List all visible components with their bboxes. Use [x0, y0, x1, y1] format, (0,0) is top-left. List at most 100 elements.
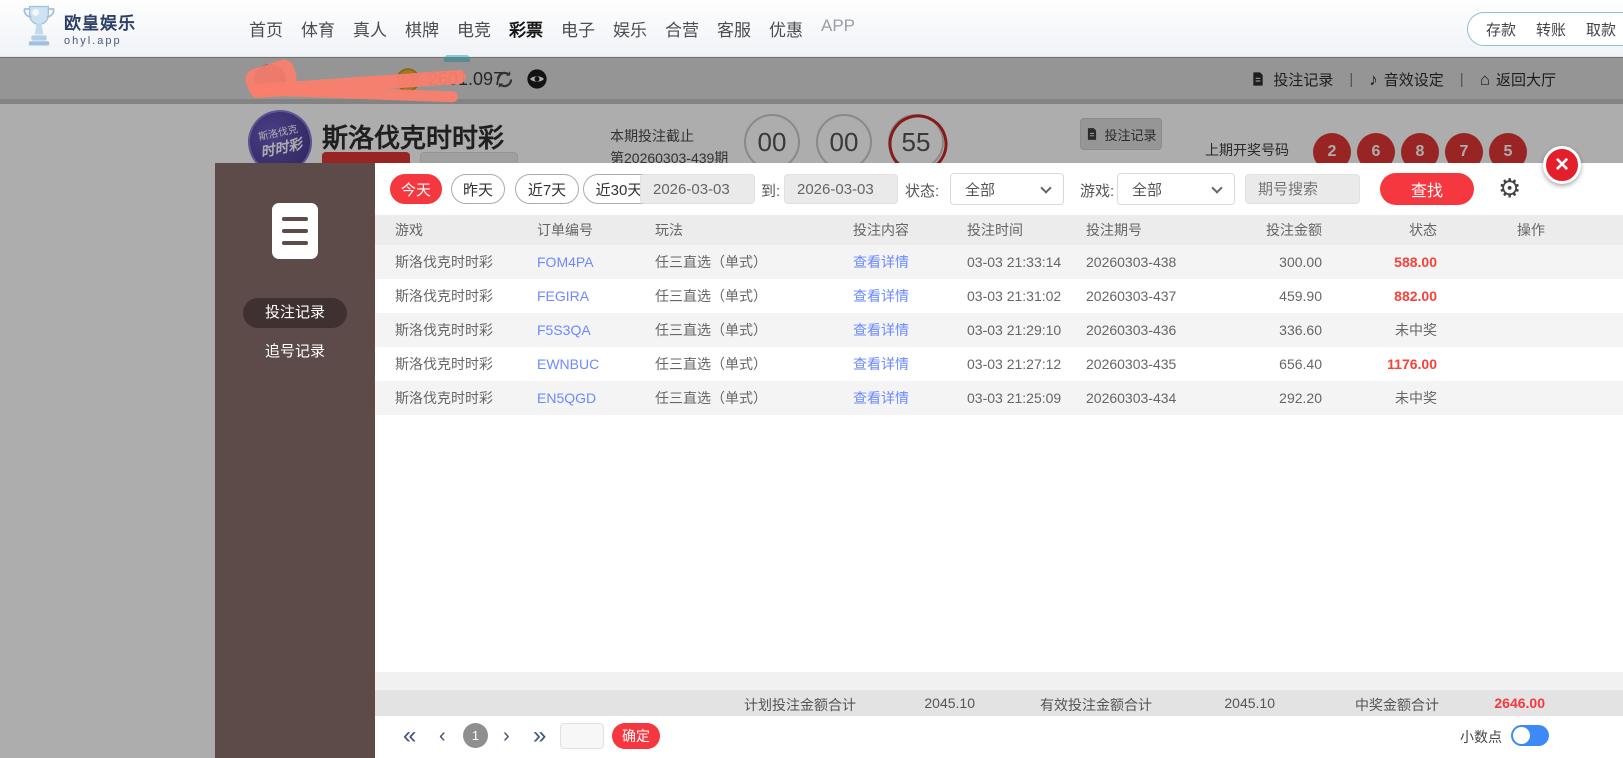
trophy-icon: [22, 3, 56, 54]
gear-icon[interactable]: ⚙: [1498, 172, 1521, 204]
nav-item-棋牌[interactable]: 棋牌: [396, 16, 448, 41]
wallet-action-取款[interactable]: 取款: [1586, 19, 1616, 40]
planned-total-value: 2045.10: [924, 695, 975, 711]
range-button-昨天[interactable]: 昨天: [451, 174, 505, 204]
bet-records-modal: 今天昨天近7天近30天 到: 状态: 全部 游戏: 全部 查找 ⚙ 游戏 订单编号…: [375, 163, 1623, 758]
cell-view-details-link[interactable]: 查看详情: [853, 286, 967, 306]
planned-total-label: 计划投注金额合计: [744, 697, 856, 713]
cell-view-details-link[interactable]: 查看详情: [853, 354, 967, 374]
cell-status: 未中奖: [1395, 322, 1437, 338]
range-button-近7天[interactable]: 近7天: [515, 174, 579, 204]
chevron-down-icon: [1040, 182, 1052, 194]
cell-amount: 656.40: [1279, 356, 1322, 372]
cell-game: 斯洛伐克时时彩: [395, 356, 493, 372]
cell-amount: 336.60: [1279, 322, 1322, 338]
table-row: 斯洛伐克时时彩 EWNBUC 任三直选（单式） 查看详情 03-03 21:27:12 2…: [375, 347, 1623, 381]
nav-item-电竞[interactable]: 电竞: [448, 16, 500, 41]
table-row: 斯洛伐克时时彩 F5S3QA 任三直选（单式） 查看详情 03-03 21:29:10 2…: [375, 313, 1623, 347]
cell-game: 斯洛伐克时时彩: [395, 322, 493, 338]
search-button[interactable]: 查找: [1380, 173, 1474, 205]
table-row: 斯洛伐克时时彩 FEGIRA 任三直选（单式） 查看详情 03-03 21:31:02 2…: [375, 279, 1623, 313]
nav-item-优惠[interactable]: 优惠: [760, 16, 812, 41]
cell-game: 斯洛伐克时时彩: [395, 288, 493, 304]
sidebar-item-投注记录[interactable]: 投注记录: [243, 298, 347, 328]
to-label: 到:: [761, 183, 781, 200]
nav-item-娱乐[interactable]: 娱乐: [604, 16, 656, 41]
cell-status: 未中奖: [1395, 390, 1437, 406]
column-header-操作: 操作: [1517, 222, 1545, 238]
period-search-input[interactable]: [1245, 174, 1360, 204]
cell-order-id-link[interactable]: FOM4PA: [537, 254, 655, 270]
close-icon[interactable]: ×: [1543, 146, 1581, 184]
table-row: 斯洛伐克时时彩 FOM4PA 任三直选（单式） 查看详情 03-03 21:33:14 2…: [375, 245, 1623, 279]
decimal-toggle[interactable]: [1511, 725, 1549, 746]
first-page-button[interactable]: «: [403, 721, 416, 751]
logo-title: 欧皇娱乐: [64, 14, 136, 33]
game-select[interactable]: 全部: [1117, 173, 1235, 205]
chevron-down-icon: [1211, 182, 1223, 194]
summary-bar: 计划投注金额合计 2045.10 有效投注金额合计 2045.10 中奖金额合计…: [375, 690, 1623, 716]
range-button-今天[interactable]: 今天: [390, 174, 442, 204]
cell-period: 20260303-436: [1086, 322, 1177, 338]
wallet-pill: 存款 转账 取款: [1467, 12, 1623, 46]
cell-order-id-link[interactable]: EN5QGD: [537, 390, 655, 406]
modal-sidebar: 投注记录 追号记录: [215, 163, 375, 758]
cell-play: 任三直选（单式）: [655, 356, 767, 372]
cell-play: 任三直选（单式）: [655, 254, 767, 270]
current-page-badge[interactable]: 1: [463, 723, 488, 748]
nav-item-APP[interactable]: APP: [812, 16, 864, 41]
filter-bar: 今天昨天近7天近30天 到: 状态: 全部 游戏: 全部 查找 ⚙: [375, 173, 1623, 207]
valid-total-value: 2045.10: [1224, 695, 1275, 711]
prev-page-button[interactable]: ‹: [439, 721, 446, 751]
nav-item-合营[interactable]: 合营: [656, 16, 708, 41]
column-header-游戏: 游戏: [395, 222, 423, 238]
wallet-action-存款[interactable]: 存款: [1486, 19, 1516, 40]
cell-play: 任三直选（单式）: [655, 390, 767, 406]
cell-order-id-link[interactable]: EWNBUC: [537, 356, 655, 372]
cell-status: 882.00: [1394, 288, 1437, 304]
table-row: 斯洛伐克时时彩 EN5QGD 任三直选（单式） 查看详情 03-03 21:25:09 2…: [375, 381, 1623, 415]
date-from-input[interactable]: [640, 174, 755, 204]
records-doc-icon: [272, 203, 318, 259]
horizontal-scrollbar[interactable]: [375, 672, 1623, 690]
decimal-toggle-label: 小数点: [1460, 729, 1502, 745]
status-select[interactable]: 全部: [950, 173, 1064, 205]
cell-view-details-link[interactable]: 查看详情: [853, 388, 967, 408]
column-header-状态: 状态: [1409, 222, 1437, 238]
cell-bet-time: 03-03 21:31:02: [967, 288, 1062, 304]
cell-order-id-link[interactable]: F5S3QA: [537, 322, 655, 338]
cell-period: 20260303-437: [1086, 288, 1177, 304]
cell-period: 20260303-435: [1086, 356, 1177, 372]
nav-menu: 首页 体育 真人 棋牌 电竞 彩票 电子 娱乐 合营 客服 优惠 APP: [240, 16, 864, 41]
page-confirm-button[interactable]: 确定: [612, 723, 660, 749]
table-header: 游戏 订单编号 玩法 投注内容 投注时间 投注期号 投注金额 状态 操作: [375, 215, 1623, 245]
last-page-button[interactable]: »: [533, 721, 546, 751]
cell-view-details-link[interactable]: 查看详情: [853, 252, 967, 272]
date-to-input[interactable]: [784, 174, 898, 204]
top-nav: 欧皇娱乐 ohyl.app 首页 体育 真人 棋牌 电竞 彩票 电子 娱乐 合营 客服 优惠 APP …: [0, 0, 1623, 57]
win-total-label: 中奖金额合计: [1355, 697, 1439, 713]
nav-item-电子[interactable]: 电子: [552, 16, 604, 41]
table-body: 斯洛伐克时时彩 FOM4PA 任三直选（单式） 查看详情 03-03 21:33:14 2…: [375, 245, 1623, 415]
nav-item-彩票[interactable]: 彩票: [500, 16, 552, 41]
cell-view-details-link[interactable]: 查看详情: [853, 320, 967, 340]
column-header-投注内容: 投注内容: [853, 222, 909, 238]
column-header-投注金额: 投注金额: [1266, 222, 1322, 238]
nav-item-客服[interactable]: 客服: [708, 16, 760, 41]
cell-amount: 459.90: [1279, 288, 1322, 304]
next-page-button[interactable]: ›: [503, 721, 510, 751]
column-header-订单编号: 订单编号: [537, 222, 593, 238]
nav-item-体育[interactable]: 体育: [292, 16, 344, 41]
game-label: 游戏:: [1080, 183, 1115, 200]
cell-bet-time: 03-03 21:29:10: [967, 322, 1062, 338]
page-jump-input[interactable]: [560, 723, 604, 749]
sidebar-item-追号记录[interactable]: 追号记录: [215, 340, 375, 361]
cell-order-id-link[interactable]: FEGIRA: [537, 288, 655, 304]
wallet-action-转账[interactable]: 转账: [1536, 19, 1566, 40]
cell-game: 斯洛伐克时时彩: [395, 254, 493, 270]
nav-item-首页[interactable]: 首页: [240, 16, 292, 41]
nav-item-真人[interactable]: 真人: [344, 16, 396, 41]
screen: 欧皇娱乐 ohyl.app 首页 体育 真人 棋牌 电竞 彩票 电子 娱乐 合营 客服 优惠 APP …: [0, 0, 1623, 758]
site-logo[interactable]: 欧皇娱乐 ohyl.app: [22, 3, 136, 54]
pagination: « ‹ 1 › » 确定 小数点: [375, 716, 1623, 758]
